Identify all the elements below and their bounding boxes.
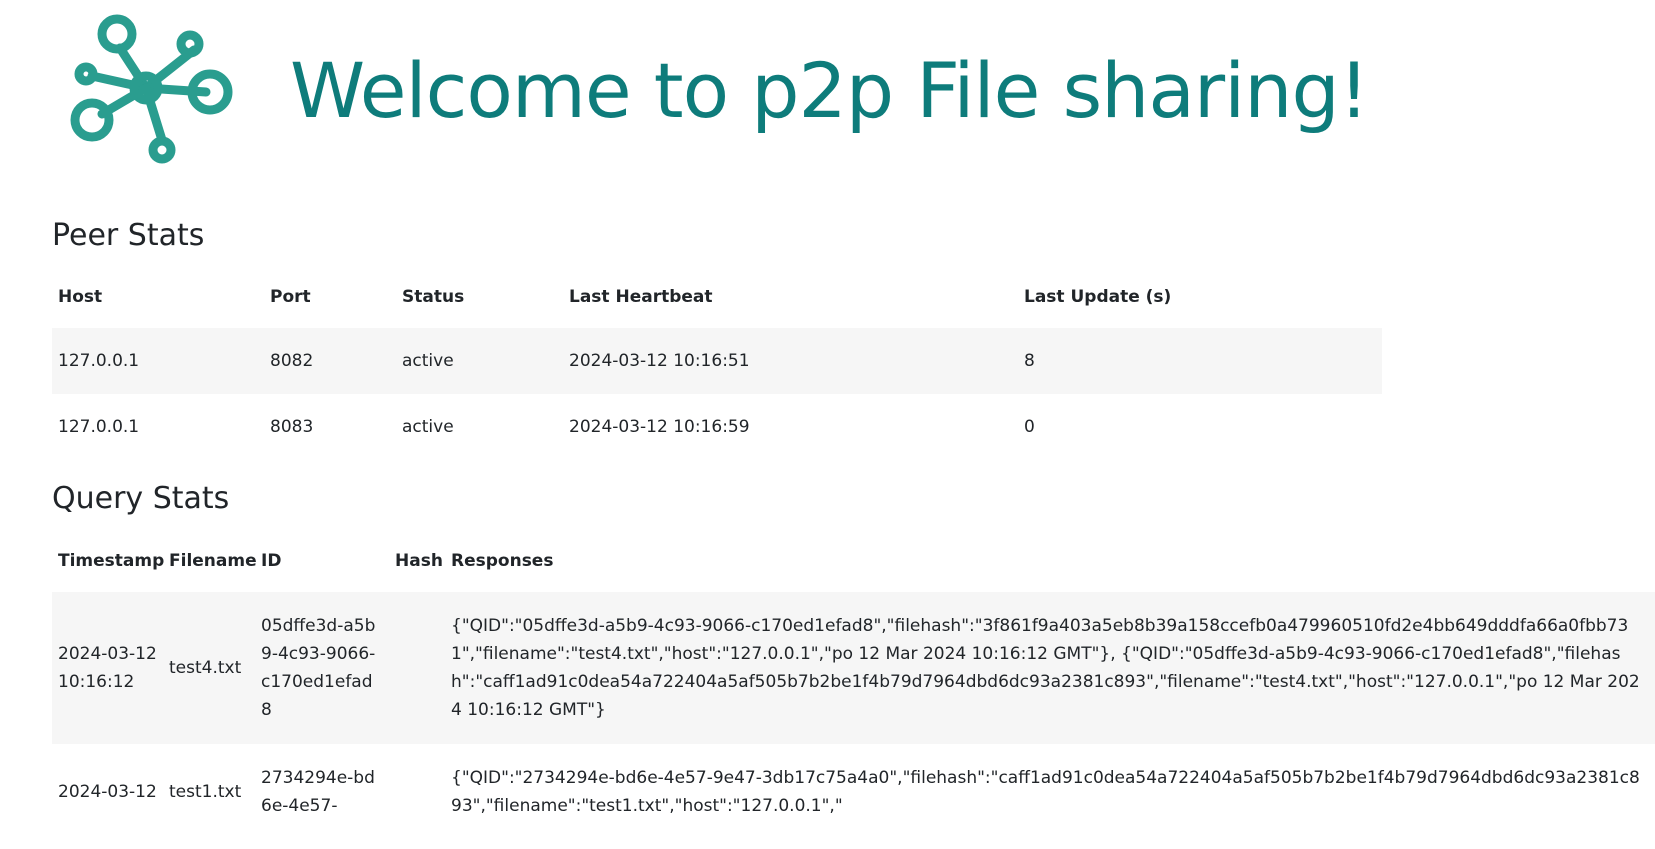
table-row: 2024-03-12 test1.txt 2734294e-bd6e-4e57-…: [52, 744, 1655, 840]
network-nodes-icon: [70, 14, 233, 164]
query-hash: [389, 744, 445, 840]
query-id: 05dffe3d-a5b9-4c93-9066-c170ed1efad8: [261, 616, 376, 720]
query-stats-table: Timestamp Filename ID Hash Responses 202…: [52, 530, 1655, 840]
table-header-row: Timestamp Filename ID Hash Responses: [52, 530, 1655, 592]
query-timestamp: 2024-03-12: [58, 782, 157, 802]
query-stats-heading: Query Stats: [52, 481, 230, 516]
table-row: 127.0.0.1 8082 active 2024-03-12 10:16:5…: [52, 328, 1382, 394]
query-responses: {"QID":"05dffe3d-a5b9-4c93-9066-c170ed1e…: [451, 616, 1640, 720]
column-header-id: ID: [261, 551, 282, 571]
peer-stats-heading: Peer Stats: [52, 218, 205, 253]
query-id: 2734294e-bd6e-4e57-: [261, 768, 375, 816]
peer-port: 8082: [270, 351, 314, 371]
column-header-status: Status: [402, 287, 465, 307]
column-header-port: Port: [270, 287, 311, 307]
query-timestamp: 2024-03-12 10:16:12: [58, 644, 157, 692]
column-header-last-heartbeat: Last Heartbeat: [569, 287, 713, 307]
column-header-filename: Filename: [169, 551, 257, 571]
query-filename: test4.txt: [169, 658, 242, 678]
peer-host: 127.0.0.1: [58, 351, 140, 371]
peer-last-heartbeat: 2024-03-12 10:16:51: [569, 351, 750, 371]
column-header-last-update: Last Update (s): [1024, 287, 1172, 307]
column-header-timestamp: Timestamp: [58, 551, 165, 571]
query-responses: {"QID":"2734294e-bd6e-4e57-9e47-3db17c75…: [451, 768, 1640, 816]
table-row: 2024-03-12 10:16:12 test4.txt 05dffe3d-a…: [52, 592, 1655, 744]
peer-port: 8083: [270, 417, 314, 437]
column-header-responses: Responses: [451, 551, 554, 571]
query-hash: [389, 592, 445, 744]
peer-last-update: 0: [1024, 417, 1035, 437]
peer-status: active: [402, 351, 454, 371]
column-header-hash: Hash: [395, 551, 443, 571]
column-header-host: Host: [58, 287, 103, 307]
page-title: Welcome to p2p File sharing!: [290, 45, 1369, 135]
peer-last-heartbeat: 2024-03-12 10:16:59: [569, 417, 750, 437]
query-filename: test1.txt: [169, 782, 242, 802]
page-header: Welcome to p2p File sharing!: [70, 10, 1369, 170]
peer-stats-table: Host Port Status Last Heartbeat Last Upd…: [52, 266, 1382, 460]
table-row: 127.0.0.1 8083 active 2024-03-12 10:16:5…: [52, 394, 1382, 460]
peer-status: active: [402, 417, 454, 437]
peer-last-update: 8: [1024, 351, 1035, 371]
table-header-row: Host Port Status Last Heartbeat Last Upd…: [52, 266, 1382, 328]
peer-host: 127.0.0.1: [58, 417, 140, 437]
